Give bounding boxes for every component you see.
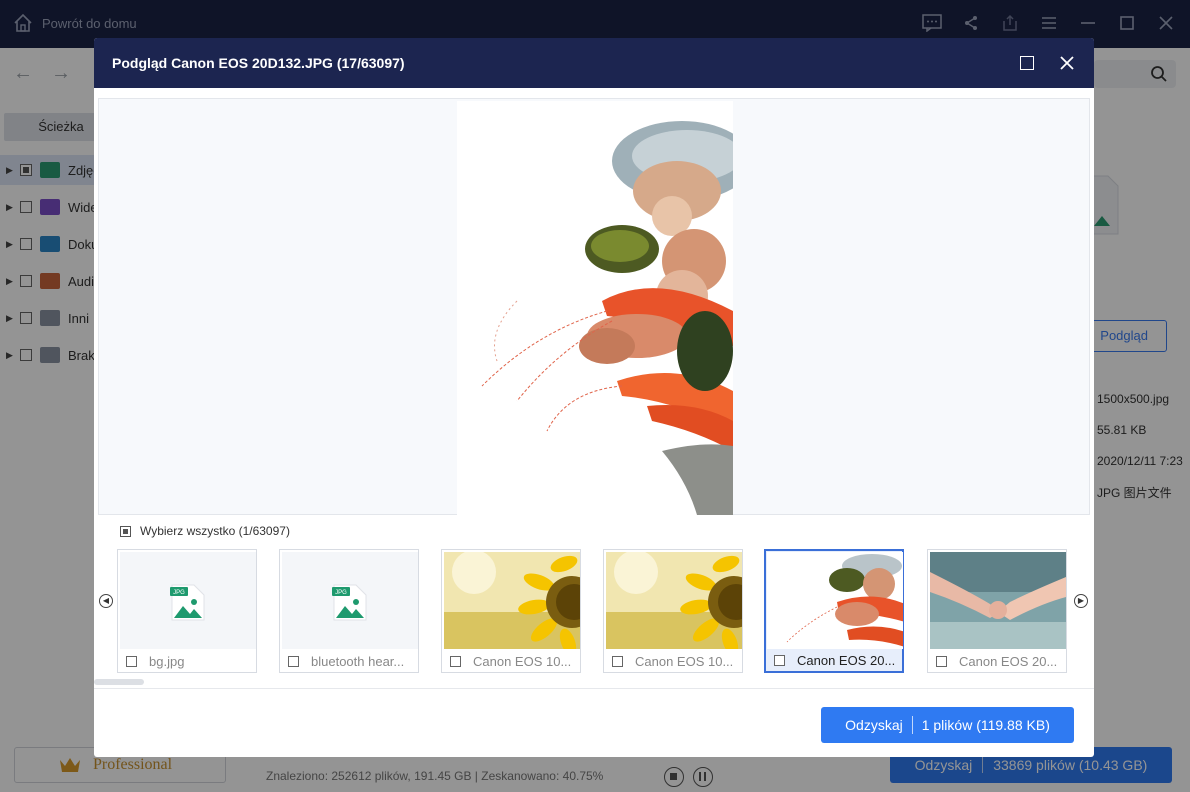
thumbnail-caption: Canon EOS 10... xyxy=(442,650,580,672)
thumbnail-image xyxy=(444,552,580,649)
checkbox[interactable] xyxy=(936,655,947,667)
thumbnail-card[interactable]: JPG bluetooth hear... xyxy=(279,549,419,673)
thumbnail-card[interactable]: Canon EOS 10... xyxy=(603,549,743,673)
thumbnail-caption: bg.jpg xyxy=(118,650,256,672)
seafood-photo xyxy=(457,101,733,515)
thumbnail-card[interactable]: Canon EOS 20... xyxy=(927,549,1067,673)
close-dialog-icon[interactable] xyxy=(1058,54,1076,72)
hands-thumbnail xyxy=(930,552,1066,649)
thumbnail-card[interactable]: Canon EOS 10... xyxy=(441,549,581,673)
maximize-dialog-icon[interactable] xyxy=(1020,56,1034,70)
checkbox[interactable] xyxy=(612,655,623,667)
thumbnail-name: Canon EOS 10... xyxy=(635,653,734,669)
seafood-thumbnail xyxy=(767,552,903,649)
thumbnail-caption: bluetooth hear... xyxy=(280,650,418,672)
recover-label: Odzyskaj xyxy=(845,717,903,733)
dialog-title: Podgląd Canon EOS 20D132.JPG (17/63097) xyxy=(112,55,405,71)
thumbnail-image xyxy=(767,552,903,649)
thumbnail-image: JPG xyxy=(282,552,418,649)
separator xyxy=(911,716,913,734)
recover-summary: 1 plików (119.88 KB) xyxy=(921,717,1050,733)
thumbnail-caption: Canon EOS 20... xyxy=(928,650,1066,672)
checkbox[interactable] xyxy=(126,655,137,667)
thumbnail-name: bg.jpg xyxy=(149,653,185,669)
jpg-file-icon: JPG xyxy=(170,584,205,621)
svg-text:JPG: JPG xyxy=(173,590,185,596)
checkbox[interactable] xyxy=(774,654,785,666)
thumbnail-image: JPG xyxy=(120,552,256,649)
svg-text:JPG: JPG xyxy=(335,590,347,596)
scroll-left-icon[interactable]: ◀ xyxy=(99,594,113,608)
thumbnail-image xyxy=(606,552,742,649)
select-all-checkbox[interactable]: Wybierz wszystko (1/63097) xyxy=(120,524,290,538)
thumbnail-name: bluetooth hear... xyxy=(311,653,405,669)
jpg-file-icon: JPG xyxy=(332,584,367,621)
thumbnail-caption: Canon EOS 20... xyxy=(766,649,902,671)
recover-button[interactable]: Odzyskaj 1 plików (119.88 KB) xyxy=(821,707,1074,743)
sunflower-thumbnail xyxy=(606,552,742,649)
thumbnail-card-selected[interactable]: Canon EOS 20... xyxy=(764,549,904,673)
thumbnail-card[interactable]: JPG bg.jpg xyxy=(117,549,257,673)
thumbnail-name: Canon EOS 20... xyxy=(959,653,1058,669)
preview-dialog: Podgląd Canon EOS 20D132.JPG (17/63097) xyxy=(94,38,1094,757)
thumbnail-image xyxy=(930,552,1066,649)
sunflower-thumbnail xyxy=(444,552,580,649)
divider xyxy=(94,688,1094,689)
select-all-label: Wybierz wszystko (1/63097) xyxy=(140,524,290,538)
checkbox[interactable] xyxy=(288,655,299,667)
scroll-right-icon[interactable]: ▶ xyxy=(1074,594,1088,608)
checkbox[interactable] xyxy=(120,525,131,537)
image-preview-pane xyxy=(98,98,1090,515)
dialog-header: Podgląd Canon EOS 20D132.JPG (17/63097) xyxy=(94,38,1094,88)
thumbnail-caption: Canon EOS 10... xyxy=(604,650,742,672)
thumbnail-name: Canon EOS 10... xyxy=(473,653,572,669)
checkbox[interactable] xyxy=(450,655,461,667)
thumbnail-name: Canon EOS 20... xyxy=(797,652,896,668)
horizontal-scrollbar[interactable] xyxy=(94,679,144,685)
